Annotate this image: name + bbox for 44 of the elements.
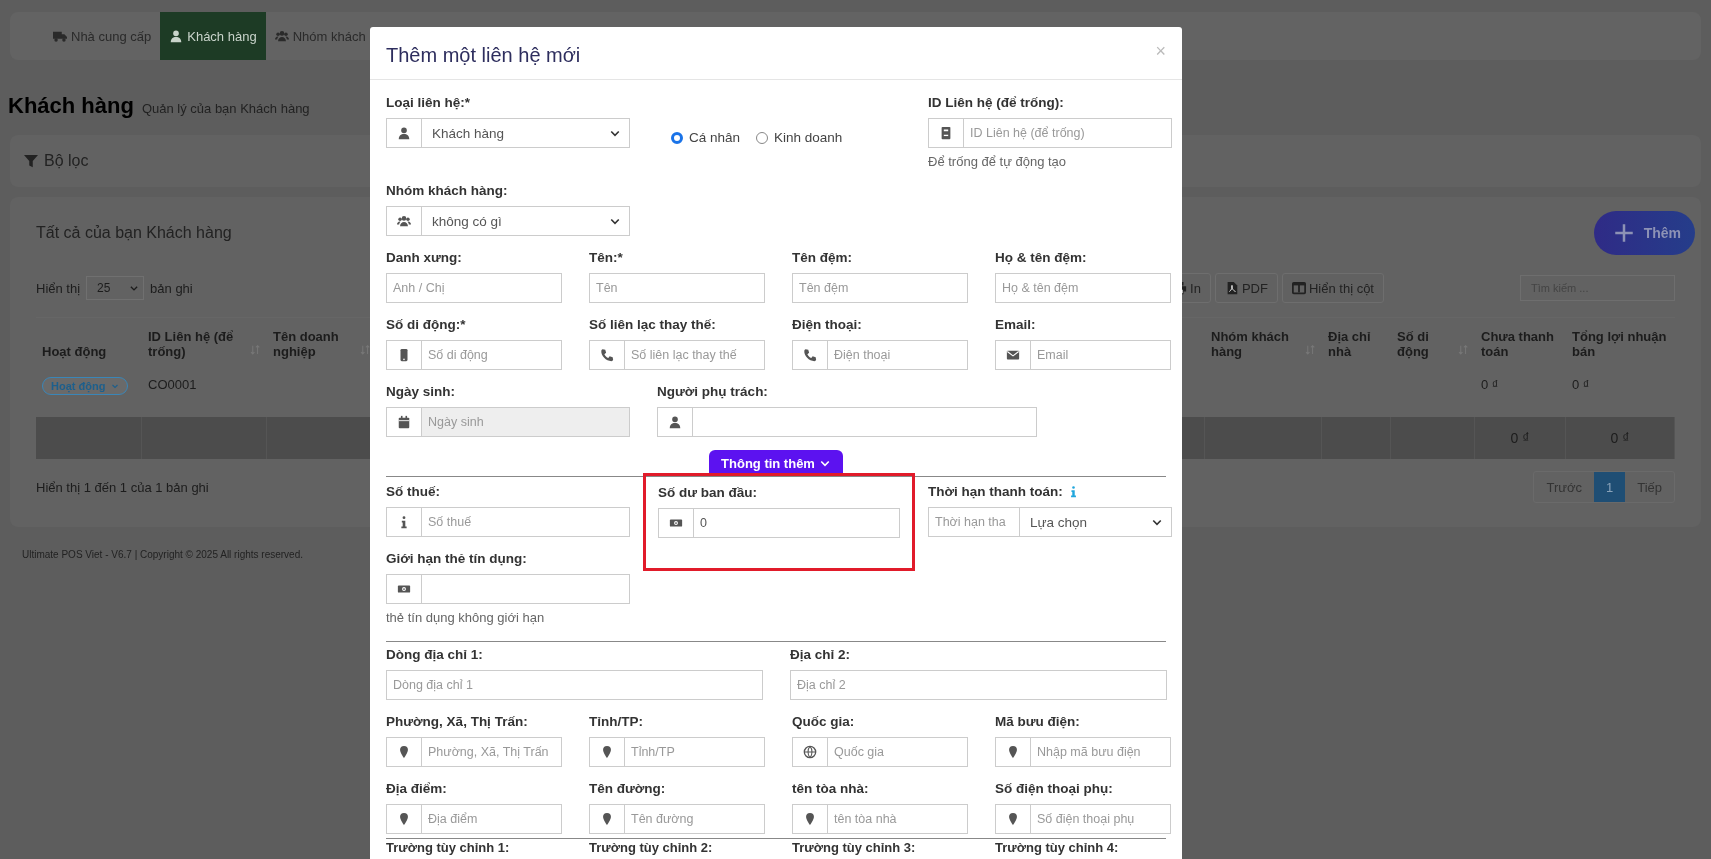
field-label: Tên đệm:	[792, 249, 853, 267]
field-label: Phường, Xã, Thị Trấn:	[386, 713, 529, 731]
field-label: Email:	[995, 316, 1037, 334]
field-label: Danh xưng:	[386, 249, 463, 267]
field-label: Tên đường:	[589, 780, 667, 798]
page-title: Khách hàng	[8, 93, 134, 119]
copyright-text: Ultimate POS Viet - V6.7 | Copyright © 2025 All rights reserved.	[22, 549, 303, 560]
field-label: Số dư ban đầu:	[658, 484, 759, 502]
page-subtitle: Quản lý của bạn Khách hàng	[141, 101, 310, 116]
table-info: Hiển thị 1 đến 1 của 1 bản ghi	[36, 479, 209, 495]
length-label: bản ghi	[150, 280, 193, 296]
help-text: thẻ tín dụng không giới hạn	[386, 610, 546, 625]
field-label: Quốc gia:	[792, 713, 856, 731]
field-label: Người phụ trách:	[657, 383, 769, 401]
field-label: Số thuế:	[386, 483, 441, 501]
length-label: Hiển thị	[36, 280, 81, 296]
field-label: Ngày sinh:	[386, 383, 456, 401]
field-label: Địa chỉ 2:	[790, 646, 852, 664]
field-label: Loại liên hệ:*	[386, 94, 471, 112]
field-label: Điện thoại:	[792, 316, 863, 334]
field-label: Giới hạn thẻ tín dụng:	[386, 550, 528, 568]
field-label: Trường tùy chỉnh 1:	[386, 840, 511, 855]
card-title: Tất cả của bạn Khách hàng	[36, 224, 232, 242]
field-label: Tên:*	[589, 249, 624, 267]
field-label: Nhóm khách hàng:	[386, 182, 509, 200]
field-label: Số di động:*	[386, 316, 467, 334]
field-label: Trường tùy chỉnh 2:	[589, 840, 714, 855]
field-label: ID Liên hệ (để trống):	[928, 94, 1065, 112]
field-label: Thời hạn thanh toán:	[928, 483, 1172, 501]
dialog-title: Thêm một liên hệ mới	[386, 44, 581, 67]
field-label: Số liên lạc thay thế:	[589, 316, 717, 334]
field-label: Họ & tên đệm:	[995, 249, 1088, 267]
table-cell-text: CO0001	[147, 376, 198, 394]
field-label: Tỉnh/TP:	[589, 713, 644, 731]
field-label: Địa điểm:	[386, 780, 448, 798]
field-label: tên tòa nhà:	[792, 780, 870, 798]
field-label: Trường tùy chỉnh 4:	[995, 840, 1120, 855]
field-label: Số điện thoại phụ:	[995, 780, 1114, 798]
table-cell-text: 0 ₫	[1480, 376, 1500, 394]
field-label: Mã bưu điện:	[995, 713, 1081, 731]
help-text: Để trống để tự động tạo	[928, 154, 1068, 169]
field-label: Dòng địa chỉ 1:	[386, 646, 484, 664]
table-cell-text: 0 ₫	[1571, 376, 1591, 394]
field-label: Trường tùy chỉnh 3:	[792, 840, 917, 855]
